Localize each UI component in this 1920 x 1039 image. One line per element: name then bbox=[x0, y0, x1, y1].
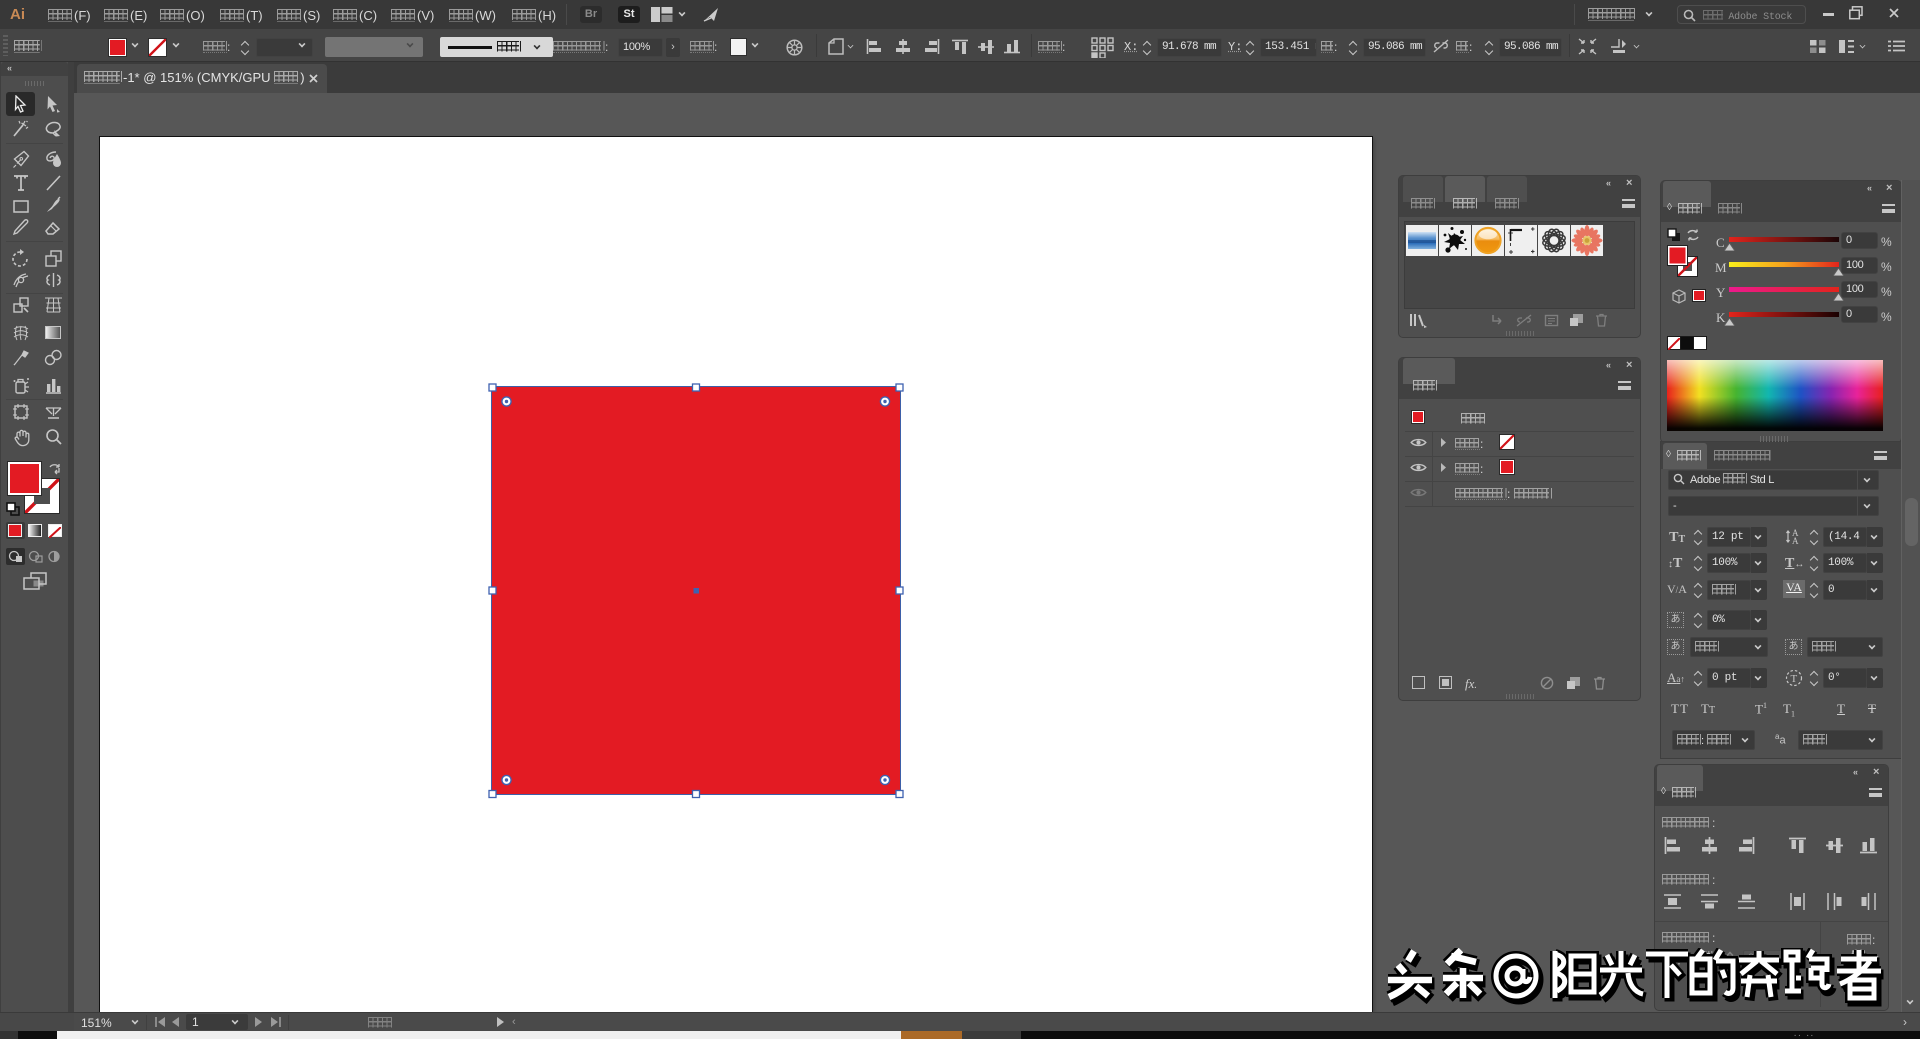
svg-text:T: T bbox=[1791, 673, 1798, 685]
svg-text:A: A bbox=[1792, 536, 1799, 546]
